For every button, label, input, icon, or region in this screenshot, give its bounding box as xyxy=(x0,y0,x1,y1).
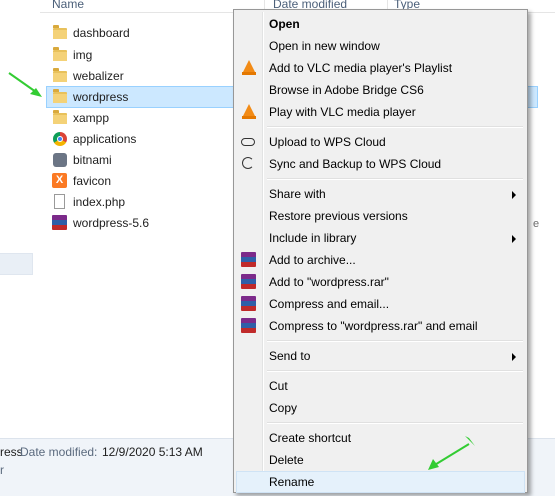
annotation-arrow-icon xyxy=(8,72,42,97)
menu-item-label: Compress and email... xyxy=(269,297,390,311)
file-name: dashboard xyxy=(73,26,130,40)
vlc-icon xyxy=(241,104,257,120)
menu-item-label: Open in new window xyxy=(269,39,380,53)
file-row-webalizer[interactable]: webalizer xyxy=(48,65,248,87)
menu-item-label: Add to archive... xyxy=(269,253,356,267)
file-row-xampp[interactable]: xampp xyxy=(48,107,248,129)
menu-item-browse-adobe-bridge[interactable]: Browse in Adobe Bridge CS6 xyxy=(236,79,525,101)
details-second-line: r xyxy=(0,463,4,477)
menu-item-upload-wps-cloud[interactable]: Upload to WPS Cloud xyxy=(236,131,525,153)
column-header-name[interactable]: Name xyxy=(52,0,84,11)
file-name: index.php xyxy=(73,195,126,209)
menu-item-label: Sync and Backup to WPS Cloud xyxy=(269,157,442,171)
menu-item-label: Open xyxy=(269,17,300,31)
menu-item-share-with[interactable]: Share with xyxy=(236,183,525,205)
document-icon xyxy=(52,194,68,210)
menu-separator xyxy=(267,126,523,128)
file-name: xampp xyxy=(73,111,110,125)
menu-separator xyxy=(267,370,523,372)
bitnami-icon xyxy=(52,152,68,168)
menu-item-compress-to-rar-and-email[interactable]: Compress to "wordpress.rar" and email xyxy=(236,315,525,337)
submenu-arrow-icon xyxy=(512,191,516,199)
details-date-value: 12/9/2020 5:13 AM xyxy=(102,445,203,459)
annotation-arrow-icon xyxy=(428,436,475,470)
menu-item-label: Add to "wordpress.rar" xyxy=(269,275,389,289)
file-row-index-php[interactable]: index.php xyxy=(48,191,248,213)
file-name: webalizer xyxy=(73,69,124,83)
folder-icon xyxy=(52,25,68,41)
file-row-wordpress-5-6[interactable]: wordpress-5.6 xyxy=(48,212,248,234)
menu-separator xyxy=(267,340,523,342)
cloud-icon xyxy=(241,134,257,150)
menu-item-label: Delete xyxy=(269,453,304,467)
file-row-applications[interactable]: applications xyxy=(48,128,248,150)
file-name: favicon xyxy=(73,174,112,188)
menu-item-delete[interactable]: Delete xyxy=(236,449,525,471)
menu-item-restore-previous-versions[interactable]: Restore previous versions xyxy=(236,205,525,227)
file-name: wordpress-5.6 xyxy=(73,216,150,230)
menu-item-open-new-window[interactable]: Open in new window xyxy=(236,35,525,57)
menu-item-label: Share with xyxy=(269,187,326,201)
menu-item-send-to[interactable]: Send to xyxy=(236,345,525,367)
menu-item-copy[interactable]: Copy xyxy=(236,397,525,419)
menu-item-compress-and-email[interactable]: Compress and email... xyxy=(236,293,525,315)
menu-item-label: Rename xyxy=(269,475,315,489)
menu-item-label: Create shortcut xyxy=(269,431,352,445)
menu-item-add-to-archive[interactable]: Add to archive... xyxy=(236,249,525,271)
winrar-icon xyxy=(241,296,257,312)
menu-item-label: Upload to WPS Cloud xyxy=(269,135,386,149)
menu-separator xyxy=(267,178,523,180)
file-name: applications xyxy=(73,132,137,146)
file-row-img[interactable]: img xyxy=(48,44,248,66)
menu-separator xyxy=(267,422,523,424)
menu-item-label: Restore previous versions xyxy=(269,209,408,223)
menu-item-add-to-vlc-playlist[interactable]: Add to VLC media player's Playlist xyxy=(236,57,525,79)
winrar-icon xyxy=(241,252,257,268)
file-row-bitnami[interactable]: bitnami xyxy=(48,149,248,171)
menu-item-open[interactable]: Open xyxy=(236,13,525,35)
winrar-icon xyxy=(241,318,257,334)
menu-item-include-in-library[interactable]: Include in library xyxy=(236,227,525,249)
submenu-arrow-icon xyxy=(512,235,516,243)
navigation-pane-item[interactable] xyxy=(0,253,33,275)
winrar-icon xyxy=(52,215,68,231)
navigation-pane xyxy=(0,0,40,438)
sync-icon xyxy=(241,156,257,172)
file-name: bitnami xyxy=(73,153,112,167)
menu-item-add-to-wordpress-rar[interactable]: Add to "wordpress.rar" xyxy=(236,271,525,293)
file-row-dashboard[interactable]: dashboard xyxy=(48,22,248,44)
folder-icon xyxy=(52,89,68,105)
context-menu: Open Open in new window Add to VLC media… xyxy=(233,9,528,493)
menu-item-label: Cut xyxy=(269,379,288,393)
menu-item-cut[interactable]: Cut xyxy=(236,375,525,397)
menu-item-rename[interactable]: Rename xyxy=(236,471,525,493)
chrome-icon xyxy=(52,131,68,147)
file-name: wordpress xyxy=(73,90,129,104)
details-date-label: Date modified: xyxy=(20,445,98,459)
menu-item-label: Add to VLC media player's Playlist xyxy=(269,61,453,75)
menu-item-label: Play with VLC media player xyxy=(269,105,416,119)
partial-text: e xyxy=(533,218,540,230)
folder-icon xyxy=(52,47,68,63)
xampp-icon: X xyxy=(52,173,68,189)
submenu-arrow-icon xyxy=(512,353,516,361)
menu-item-play-with-vlc[interactable]: Play with VLC media player xyxy=(236,101,525,123)
menu-item-label: Copy xyxy=(269,401,298,415)
vlc-icon xyxy=(241,60,257,76)
menu-item-label: Compress to "wordpress.rar" and email xyxy=(269,319,478,333)
folder-icon xyxy=(52,110,68,126)
file-name: img xyxy=(73,48,93,62)
menu-item-label: Browse in Adobe Bridge CS6 xyxy=(269,83,424,97)
menu-item-create-shortcut[interactable]: Create shortcut xyxy=(236,427,525,449)
menu-item-sync-backup-wps-cloud[interactable]: Sync and Backup to WPS Cloud xyxy=(236,153,525,175)
folder-icon xyxy=(52,68,68,84)
file-row-favicon[interactable]: X favicon xyxy=(48,170,248,192)
winrar-icon xyxy=(241,274,257,290)
menu-item-label: Include in library xyxy=(269,231,357,245)
menu-item-label: Send to xyxy=(269,349,311,363)
